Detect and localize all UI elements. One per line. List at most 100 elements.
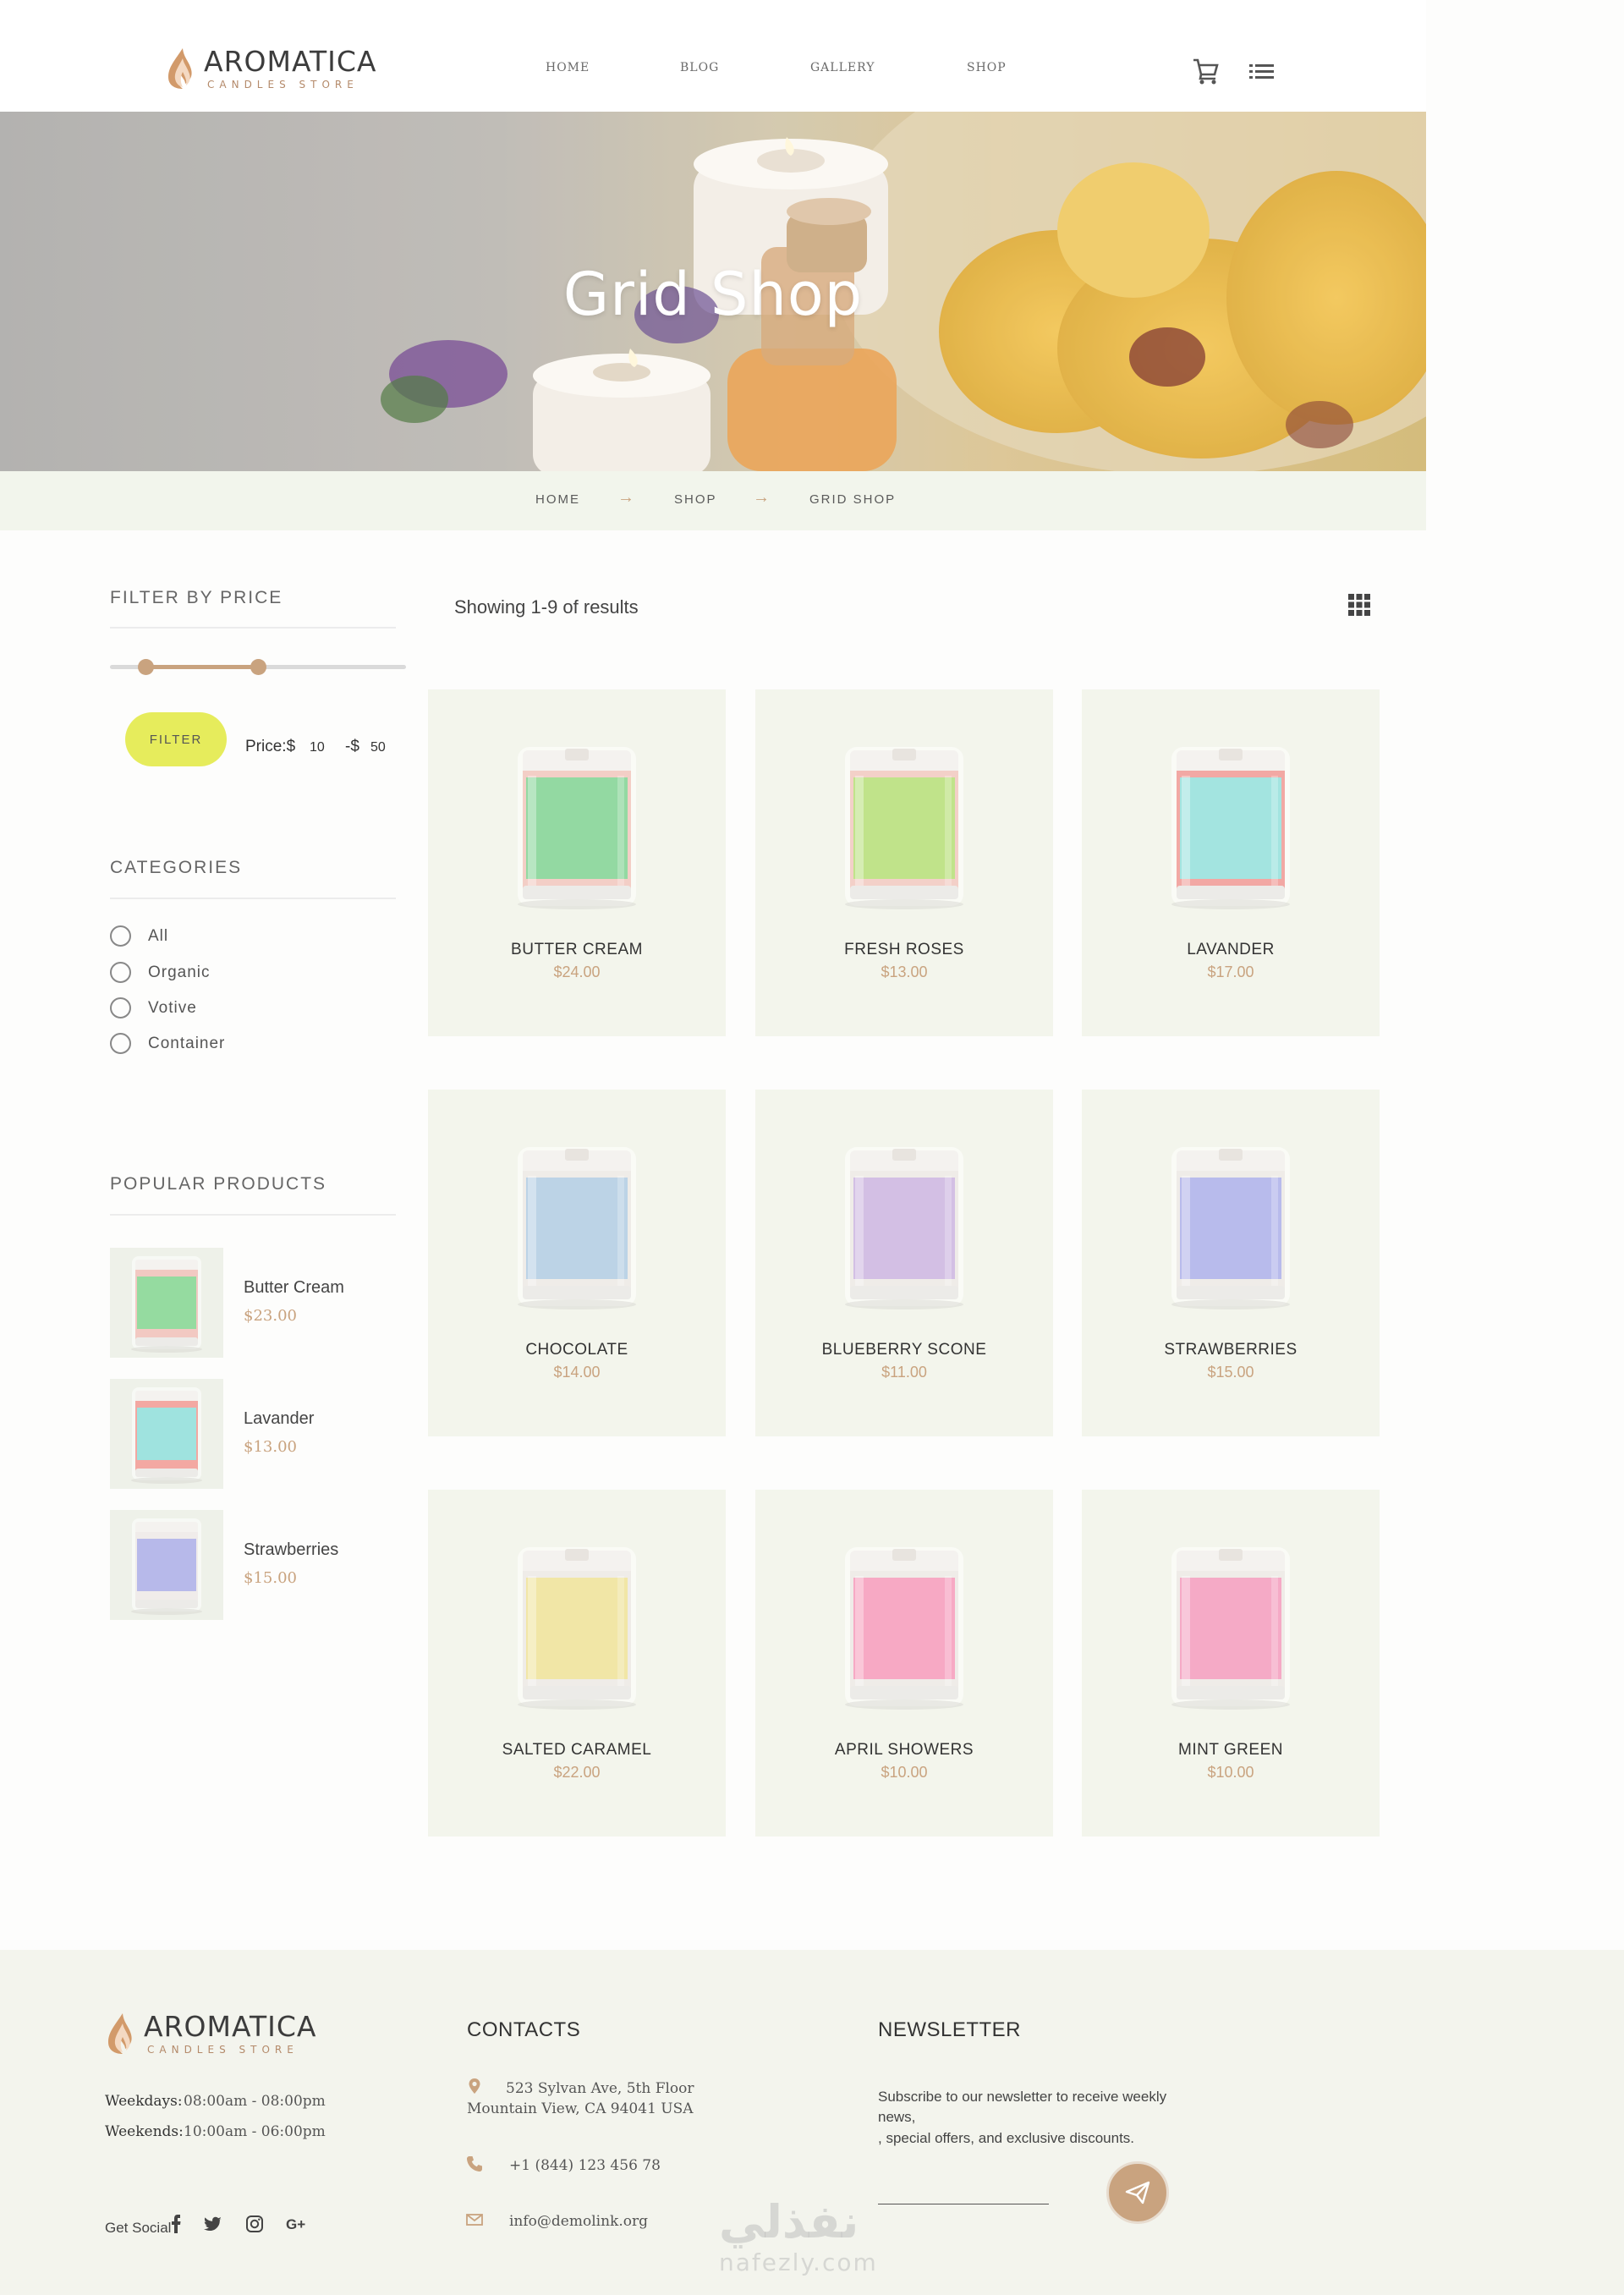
svg-text:G+: G+ xyxy=(286,2216,305,2232)
nav-shop[interactable]: SHOP xyxy=(967,61,1007,74)
phone-number[interactable]: +1 (844) 123 456 78 xyxy=(509,2157,661,2174)
candle-image[interactable] xyxy=(1160,1546,1302,1711)
phone-icon xyxy=(467,2156,482,2171)
cart-icon[interactable] xyxy=(1191,56,1221,86)
weekends-hours: 10:00am - 06:00pm xyxy=(184,2123,326,2140)
nav-home[interactable]: HOME xyxy=(546,61,590,74)
product-card[interactable]: BUTTER CREAM $24.00 xyxy=(428,689,726,1036)
product-card[interactable]: FRESH ROSES $13.00 xyxy=(755,689,1053,1036)
candle-image xyxy=(131,1518,202,1615)
product-name[interactable]: APRIL SHOWERS xyxy=(755,1741,1053,1760)
breadcrumb-shop[interactable]: SHOP xyxy=(674,492,717,507)
product-card[interactable]: BLUEBERRY SCONE $11.00 xyxy=(755,1090,1053,1436)
product-name[interactable]: CHOCOLATE xyxy=(428,1341,726,1359)
candle-image[interactable] xyxy=(506,1145,648,1311)
category-organic[interactable]: Organic xyxy=(110,962,211,983)
product-name[interactable]: STRAWBERRIES xyxy=(1082,1341,1380,1359)
brand-tagline: CANDLES STORE xyxy=(147,2043,299,2056)
breadcrumb: HOME → SHOP → GRID SHOP xyxy=(0,471,1426,530)
product-price: $13.00 xyxy=(881,964,928,980)
instagram-icon[interactable] xyxy=(245,2215,264,2233)
product-thumbnail[interactable] xyxy=(110,1510,223,1620)
categories-title: CATEGORIES xyxy=(110,858,243,877)
product-card[interactable]: LAVANDER $17.00 xyxy=(1082,689,1380,1036)
product-price: $22.00 xyxy=(553,1764,601,1781)
price-prefix: Price:$ xyxy=(245,738,296,755)
twitter-icon[interactable] xyxy=(204,2215,222,2233)
price-min: 10 xyxy=(310,740,325,755)
category-votive[interactable]: Votive xyxy=(110,997,197,1018)
email-link[interactable]: info@demolink.org xyxy=(509,2213,648,2230)
product-thumbnail[interactable] xyxy=(110,1248,223,1358)
menu-list-icon[interactable] xyxy=(1247,56,1277,86)
product-name[interactable]: MINT GREEN xyxy=(1082,1741,1380,1760)
candle-image[interactable] xyxy=(506,1546,648,1711)
location-pin-icon xyxy=(469,2078,480,2094)
address-line-2: Mountain View, CA 94041 USA xyxy=(467,2100,694,2117)
site-header: AROMATICA CANDLES STORE HOME BLOG GALLER… xyxy=(0,0,1426,112)
hero-banner: Grid Shop xyxy=(0,112,1426,471)
product-card[interactable]: SALTED CARAMEL $22.00 xyxy=(428,1490,726,1837)
get-social-label: Get Social xyxy=(105,2220,172,2236)
radio-button[interactable] xyxy=(110,1033,131,1054)
newsletter-submit-button[interactable] xyxy=(1106,2161,1169,2224)
radio-button[interactable] xyxy=(110,962,131,983)
weekends-label: Weekends: xyxy=(105,2123,184,2140)
product-name[interactable]: BUTTER CREAM xyxy=(428,941,726,959)
candle-image[interactable] xyxy=(506,745,648,911)
product-name[interactable]: Lavander xyxy=(244,1409,314,1429)
brand-name: AROMATICA xyxy=(144,2009,317,2043)
candle-image xyxy=(131,1387,202,1484)
price-separator: -$ xyxy=(345,738,359,755)
product-card[interactable]: MINT GREEN $10.00 xyxy=(1082,1490,1380,1837)
product-card[interactable]: STRAWBERRIES $15.00 xyxy=(1082,1090,1380,1436)
product-name[interactable]: Butter Cream xyxy=(244,1278,344,1298)
product-price: $14.00 xyxy=(553,1364,601,1381)
product-thumbnail[interactable] xyxy=(110,1379,223,1489)
candle-image[interactable] xyxy=(1160,745,1302,911)
weekdays-hours: 08:00am - 08:00pm xyxy=(184,2093,326,2110)
product-price: $24.00 xyxy=(553,964,601,980)
divider xyxy=(110,1214,396,1216)
radio-button[interactable] xyxy=(110,997,131,1018)
filter-button[interactable]: FILTER xyxy=(125,712,227,766)
price-slider-max-handle[interactable] xyxy=(250,659,266,675)
product-card[interactable]: APRIL SHOWERS $10.00 xyxy=(755,1490,1053,1837)
divider xyxy=(110,898,396,899)
google-plus-icon[interactable]: G+ xyxy=(286,2215,308,2233)
price-slider-min-handle[interactable] xyxy=(138,659,154,675)
paper-plane-icon xyxy=(1125,2181,1150,2204)
category-label: All xyxy=(148,926,169,945)
category-container[interactable]: Container xyxy=(110,1033,225,1054)
price-slider-range xyxy=(145,665,257,669)
category-all[interactable]: All xyxy=(110,925,168,947)
radio-button[interactable] xyxy=(110,925,131,947)
candle-image[interactable] xyxy=(833,745,975,911)
product-price: $13.00 xyxy=(244,1438,297,1456)
breadcrumb-home[interactable]: HOME xyxy=(535,492,580,507)
product-card[interactable]: CHOCOLATE $14.00 xyxy=(428,1090,726,1436)
product-name[interactable]: LAVANDER xyxy=(1082,941,1380,959)
brand-tagline: CANDLES STORE xyxy=(207,78,359,91)
watermark: نفذلي nafezly.com xyxy=(719,2199,878,2277)
product-name[interactable]: BLUEBERRY SCONE xyxy=(755,1341,1053,1359)
candle-image[interactable] xyxy=(833,1546,975,1711)
watermark-latin: nafezly.com xyxy=(719,2248,878,2276)
footer-logo[interactable]: AROMATICA CANDLES STORE xyxy=(105,2012,316,2056)
price-max: 50 xyxy=(370,740,386,755)
candle-image xyxy=(131,1256,202,1353)
product-name[interactable]: FRESH ROSES xyxy=(755,941,1053,959)
candle-image[interactable] xyxy=(833,1145,975,1311)
product-price: $11.00 xyxy=(881,1364,927,1381)
nav-gallery[interactable]: GALLERY xyxy=(810,61,875,74)
product-name[interactable]: SALTED CARAMEL xyxy=(428,1741,726,1760)
nav-blog[interactable]: BLOG xyxy=(680,61,719,74)
contacts-title: CONTACTS xyxy=(467,2018,581,2041)
candle-image[interactable] xyxy=(1160,1145,1302,1311)
facebook-icon[interactable] xyxy=(167,2215,185,2233)
product-price: $17.00 xyxy=(1207,964,1254,980)
product-name[interactable]: Strawberries xyxy=(244,1540,338,1560)
filter-by-price-title: FILTER BY PRICE xyxy=(110,588,283,607)
grid-view-icon[interactable] xyxy=(1348,594,1370,616)
header-logo[interactable]: AROMATICA CANDLES STORE xyxy=(165,47,376,91)
